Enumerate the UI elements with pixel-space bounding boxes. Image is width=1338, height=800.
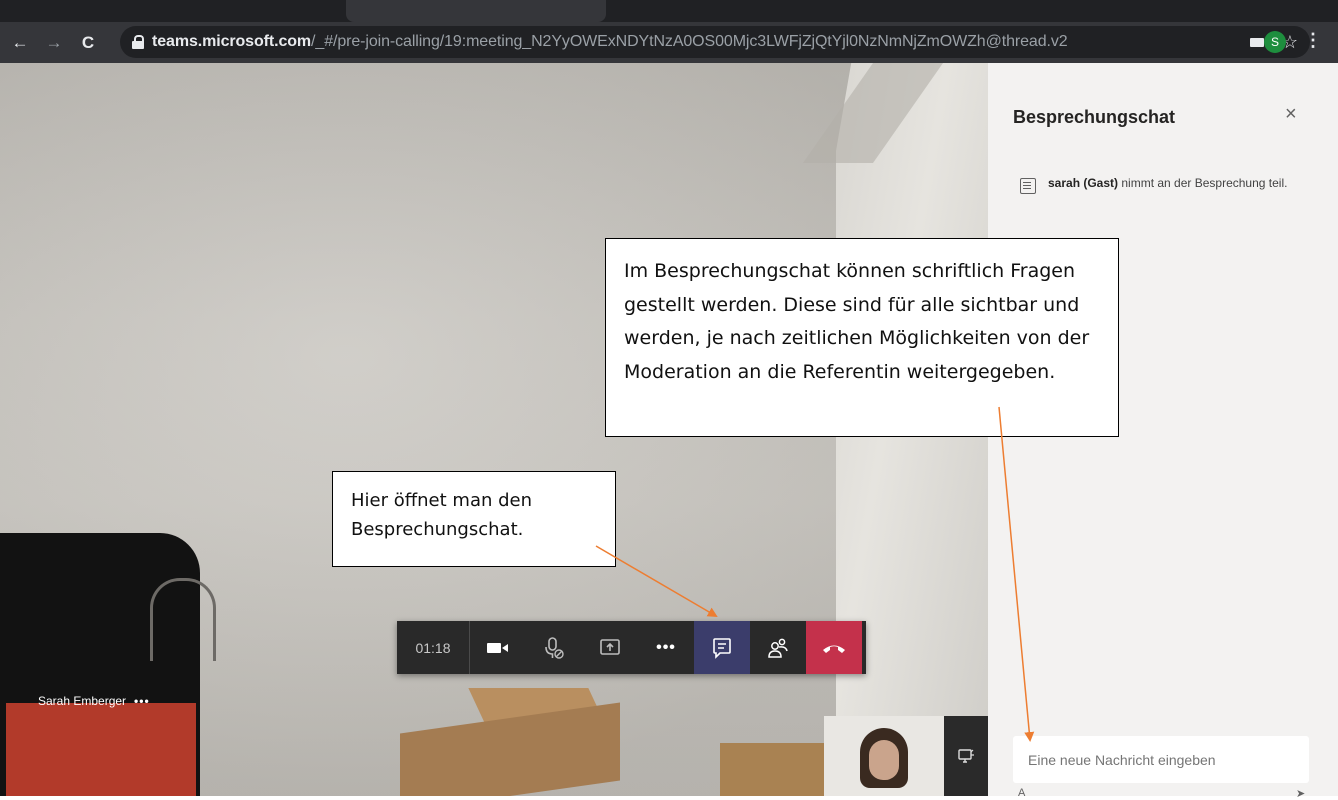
browser-tab-strip	[0, 0, 1338, 22]
profile-avatar[interactable]: S	[1264, 31, 1286, 53]
lock-icon	[132, 35, 144, 49]
chat-icon	[713, 637, 731, 659]
self-face	[869, 740, 899, 780]
annotation-chat-button: Hier öffnet man den Besprechungschat.	[332, 471, 616, 567]
browser-toolbar: ← → C teams.microsoft.com/_#/pre-join-ca…	[0, 22, 1338, 63]
more-options-icon: •••	[656, 638, 676, 656]
annotation-chat-panel: Im Besprechungschat können schriftlich F…	[605, 238, 1119, 437]
format-icon[interactable]: A	[1018, 787, 1025, 799]
call-control-bar: 01:18 •••	[397, 621, 866, 674]
send-icon[interactable]: ➤	[1296, 787, 1305, 800]
share-screen-icon	[600, 638, 620, 655]
chat-panel-title: Besprechungschat	[1013, 107, 1176, 127]
hangup-icon	[823, 645, 845, 653]
browser-tab[interactable]	[346, 0, 606, 22]
device-settings-icon	[958, 749, 974, 763]
more-options-button[interactable]: •••	[638, 621, 694, 674]
mic-toggle-button[interactable]	[526, 621, 582, 674]
call-timer: 01:18	[397, 621, 470, 674]
url-text[interactable]: teams.microsoft.com/_#/pre-join-calling/…	[152, 33, 1068, 51]
forward-icon[interactable]: →	[40, 29, 68, 57]
microphone-muted-icon	[545, 636, 564, 659]
back-icon[interactable]: ←	[6, 29, 34, 57]
camera-icon	[487, 642, 508, 653]
participant-name-tag: Sarah Emberger •••	[38, 694, 150, 708]
participant-name: Sarah Emberger	[38, 694, 127, 708]
chat-system-message: sarah (Gast) nimmt an der Besprechung te…	[1020, 176, 1300, 194]
device-settings-strip[interactable]	[944, 716, 988, 796]
self-video-preview[interactable]	[824, 716, 944, 796]
participants-button[interactable]	[750, 621, 806, 674]
hangup-button[interactable]	[806, 621, 862, 674]
message-body: nimmt an der Besprechung teil.	[1118, 176, 1288, 190]
browser-menu-icon[interactable]: ⋮	[1304, 30, 1322, 51]
reload-icon[interactable]: C	[74, 29, 102, 57]
participant-more-icon[interactable]: •••	[134, 694, 150, 708]
camera-toggle-button[interactable]	[470, 621, 526, 674]
calendar-join-icon	[1020, 178, 1036, 194]
camera-in-use-icon[interactable]	[1249, 37, 1270, 47]
url-host: teams.microsoft.com	[152, 33, 312, 50]
chat-message-input[interactable]	[1013, 736, 1309, 783]
red-box	[6, 703, 196, 796]
participants-icon	[768, 638, 788, 658]
close-icon[interactable]: ×	[1285, 103, 1297, 126]
message-sender: sarah (Gast)	[1048, 176, 1119, 190]
url-path: /_#/pre-join-calling/19:meeting_N2YyOWEx…	[311, 33, 1068, 50]
share-screen-button[interactable]	[582, 621, 638, 674]
cardboard-box	[720, 743, 830, 796]
address-bar[interactable]: teams.microsoft.com/_#/pre-join-calling/…	[120, 26, 1310, 58]
chat-toggle-button[interactable]	[694, 621, 750, 674]
